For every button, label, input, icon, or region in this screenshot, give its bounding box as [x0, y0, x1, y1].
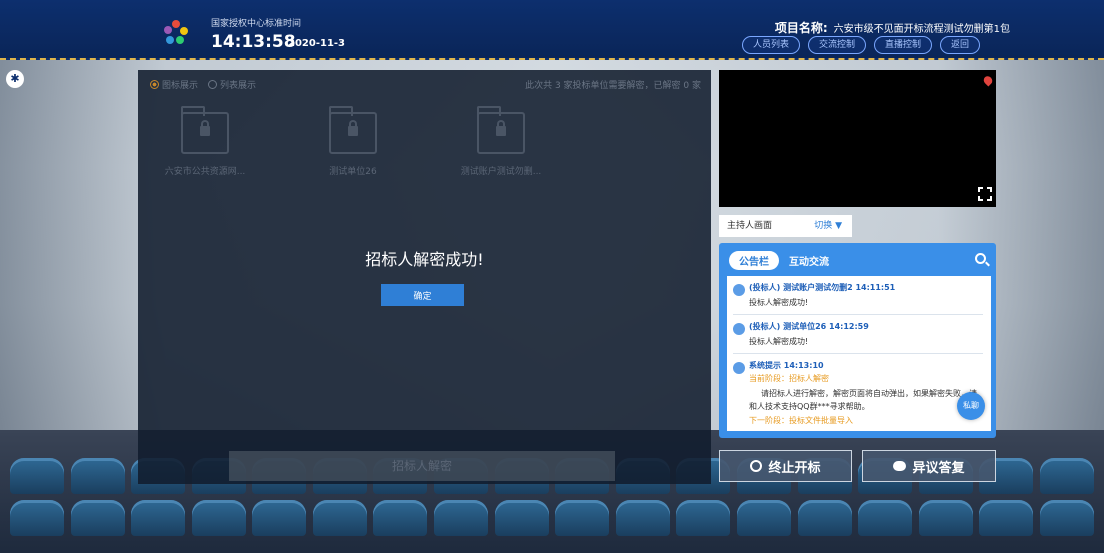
message-list: (投标人) 测试账户测试勿删2 14:11:51 投标人解密成功! (投标人) … [727, 276, 991, 431]
bidder-file[interactable]: 测试账户测试勿删... [456, 106, 546, 177]
stop-opening-button[interactable]: 终止开标 [719, 450, 852, 482]
view-options: 图标展示 列表展示 [150, 78, 256, 91]
board-tabs: 公告栏 互动交流 [729, 251, 829, 270]
radio-unchecked-icon [208, 80, 218, 89]
avatar [733, 284, 745, 296]
locked-folder-icon [329, 106, 377, 154]
private-chat-button[interactable]: 私聊 [957, 392, 985, 420]
host-view-selector: 主持人画面 切换 ▼ [719, 215, 852, 237]
back-button[interactable]: 返回 [940, 36, 981, 54]
message-body: 投标人解密成功! [749, 337, 809, 346]
list-view-option[interactable]: 列表展示 [208, 78, 256, 91]
confirm-button[interactable]: 确定 [381, 284, 464, 306]
objection-reply-label: 异议答复 [912, 460, 965, 476]
list-item: (投标人) 测试单位26 14:12:59 投标人解密成功! [733, 321, 983, 354]
logo-icon [164, 20, 188, 44]
stop-icon [750, 460, 763, 472]
project-label: 项目名称: [774, 21, 828, 35]
next-stage: 下一阶段：投标文件批量导入 [749, 416, 853, 425]
header-nav: 人员列表 交流控制 直播控制 返回 [742, 36, 981, 54]
personnel-list-button[interactable]: 人员列表 [742, 36, 801, 54]
tenderer-decrypt-button[interactable]: 招标人解密 [229, 451, 615, 481]
system-notice-header: 系统提示 14:13:10 [749, 361, 824, 370]
search-icon[interactable] [975, 253, 986, 264]
list-item: (投标人) 测试账户测试勿删2 14:11:51 投标人解密成功! [733, 282, 983, 315]
switch-view-button[interactable]: 切换 ▼ [814, 215, 842, 237]
icon-view-option[interactable]: 图标展示 [150, 78, 198, 91]
objection-reply-button[interactable]: 异议答复 [862, 450, 996, 482]
avatar [733, 362, 745, 374]
project-name: 六安市级不见面开标流程测试勿删第1包 [833, 24, 1010, 35]
stop-opening-label: 终止开标 [768, 460, 821, 476]
message-header: (投标人) 测试单位26 14:12:59 [749, 322, 869, 331]
fullscreen-icon[interactable] [978, 187, 992, 201]
project-title: 项目名称: 六安市级不见面开标流程测试勿删第1包 [775, 19, 1010, 36]
clock-time: 14:13:58 [211, 32, 296, 52]
message-body: 投标人解密成功! [749, 298, 809, 307]
locked-folder-icon [181, 106, 229, 154]
bidder-file-name: 测试账户测试勿删... [460, 167, 542, 177]
chat-bubble-icon [893, 461, 907, 471]
bulletin-board: 公告栏 互动交流 (投标人) 测试账户测试勿删2 14:11:51 投标人解密成… [719, 243, 996, 438]
bidder-file-list: 六安市公共资源网... 测试单位26 测试账户测试勿删... [160, 106, 546, 177]
tab-bulletin[interactable]: 公告栏 [729, 251, 779, 270]
clock-date: 2020-11-3 [288, 38, 346, 49]
host-view-label: 主持人画面 [727, 221, 773, 231]
locked-folder-icon [477, 106, 525, 154]
bidder-file[interactable]: 测试单位26 [308, 106, 398, 177]
system-notice: 系统提示 14:13:10 当前阶段：招标人解密 请招标人进行解密，解密页面将自… [733, 360, 983, 431]
decrypt-panel: 图标展示 列表展示 此次共 3 家投标单位需要解密，已解密 0 家 六安市公共资… [138, 70, 711, 484]
bidder-file-name: 六安市公共资源网... [164, 167, 246, 177]
radio-checked-icon [150, 80, 159, 89]
bidder-file-name: 测试单位26 [329, 167, 377, 177]
message-header: (投标人) 测试账户测试勿删2 14:11:51 [749, 283, 896, 292]
avatar [733, 323, 745, 335]
live-video[interactable] [719, 70, 996, 207]
success-message: 招标人解密成功! [365, 250, 484, 269]
location-pin-icon [981, 74, 995, 87]
current-stage: 当前阶段：招标人解密 [749, 374, 829, 383]
bidder-file[interactable]: 六安市公共资源网... [160, 106, 250, 177]
top-header: 国家授权中心标准时间 14:13:58 2020-11-3 项目名称: 六安市级不… [0, 0, 1104, 60]
clock-title: 国家授权中心标准时间 [211, 19, 302, 29]
system-notice-body: 请招标人进行解密，解密页面将自动弹出，如果解密失败，请和人技术支持QQ群***寻… [749, 389, 977, 411]
seat-row-back [0, 500, 1104, 540]
decrypt-count-info: 此次共 3 家投标单位需要解密，已解密 0 家 [525, 81, 701, 91]
chat-control-button[interactable]: 交流控制 [808, 36, 867, 54]
live-control-button[interactable]: 直播控制 [874, 36, 933, 54]
tab-interaction[interactable]: 互动交流 [789, 253, 829, 268]
side-menu-icon[interactable]: ✱ [6, 70, 24, 88]
